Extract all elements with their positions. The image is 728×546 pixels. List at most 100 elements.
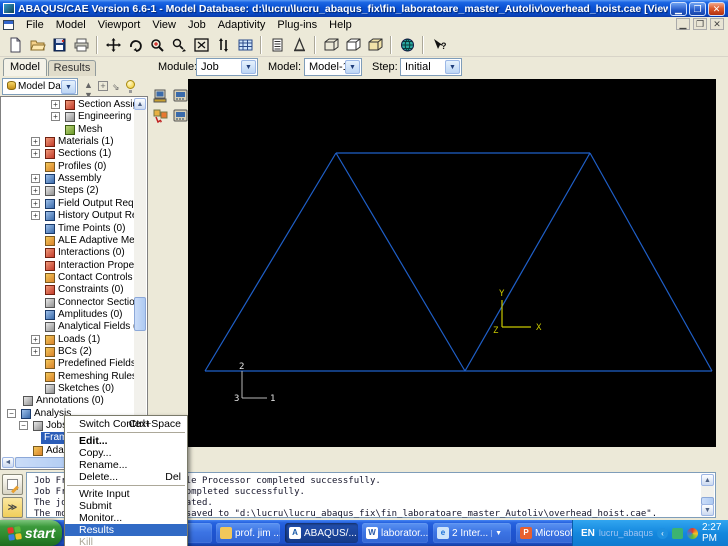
- context-menu-write-input[interactable]: Write Input: [65, 488, 187, 500]
- context-menu-submit[interactable]: Submit: [65, 500, 187, 512]
- rotate-icon[interactable]: [124, 35, 146, 55]
- model-combo[interactable]: Model-1 ▼: [304, 58, 362, 76]
- tree-expander[interactable]: +: [31, 137, 40, 147]
- tree-expander[interactable]: +: [31, 149, 40, 159]
- probe-icon[interactable]: [288, 35, 310, 55]
- analytical-fields-0-icon: [45, 322, 55, 333]
- tree-expander[interactable]: +: [31, 347, 40, 356]
- context-menu-copy[interactable]: Copy...: [65, 447, 187, 459]
- menu-file[interactable]: File: [20, 18, 50, 32]
- model-tree: + Section Assignments + Engineering Feature…: [1, 97, 134, 457]
- job-create-button[interactable]: [151, 87, 170, 104]
- module-combo[interactable]: Job ▼: [196, 58, 258, 76]
- contact-controls-0-icon: [45, 272, 55, 283]
- mdi-close-button[interactable]: ✕: [710, 18, 724, 30]
- menu-plug-ins[interactable]: Plug-ins: [271, 18, 323, 32]
- context-menu-edit[interactable]: Edit...: [65, 435, 187, 447]
- wireframe-render-icon[interactable]: [320, 35, 342, 55]
- step-combo[interactable]: Initial ▼: [400, 58, 462, 76]
- tab-model[interactable]: Model: [3, 58, 47, 76]
- tab-results[interactable]: Results: [48, 60, 96, 76]
- predefined-fields-0-icon: [45, 359, 55, 370]
- close-button[interactable]: ✕: [708, 1, 725, 16]
- svg-text:3: 3: [234, 394, 239, 404]
- adaptivity-create-button[interactable]: [151, 107, 170, 124]
- menu-adaptivity[interactable]: Adaptivity: [212, 18, 272, 32]
- print-icon[interactable]: [70, 35, 92, 55]
- menu-model[interactable]: Model: [50, 18, 92, 32]
- new-icon[interactable]: [4, 35, 26, 55]
- menu-help[interactable]: Help: [323, 18, 358, 32]
- viewport-canvas[interactable]: Y X Z 2 1 3: [188, 79, 716, 447]
- tree-scope-combo[interactable]: Model Datab ▼: [2, 78, 78, 95]
- zoom-select-icon[interactable]: [168, 35, 190, 55]
- chevron-down-icon[interactable]: ▼: [345, 60, 360, 74]
- mdi-minimize-button[interactable]: ▁: [676, 18, 690, 30]
- menu-bar: File Model Viewport View Job Adaptivity Plug-i…: [0, 17, 728, 33]
- tray-media-icon[interactable]: [686, 527, 698, 539]
- taskbar-button-laborator[interactable]: Wlaborator...: [362, 523, 428, 543]
- link-arrow-icon[interactable]: ⇘: [112, 82, 120, 93]
- lightbulb-icon[interactable]: [126, 80, 135, 93]
- tree-expander[interactable]: +: [51, 112, 60, 122]
- chevron-down-icon[interactable]: ▼: [445, 60, 460, 74]
- menu-job[interactable]: Job: [182, 18, 212, 32]
- taskbar-button-prof-jim[interactable]: prof. jim ...: [216, 523, 280, 543]
- taskbar-button-abaqus[interactable]: A ABAQUS/...: [285, 523, 358, 543]
- tree-expander[interactable]: −: [19, 421, 28, 431]
- tree-expander[interactable]: +: [31, 174, 40, 184]
- expand-all-icon[interactable]: +: [98, 81, 108, 91]
- job-context-menu: Switch Context Ctrl+Space Edit... Copy... Re…: [64, 415, 188, 546]
- context-menu-rename[interactable]: Rename...: [65, 459, 187, 471]
- tree-item-label: Sketches (0): [58, 383, 115, 395]
- tree-vscroll-thumb[interactable]: [134, 297, 146, 331]
- scroll-up-button[interactable]: ▲: [701, 474, 714, 486]
- connector-sections-0-icon: [45, 297, 55, 308]
- start-button[interactable]: start: [0, 520, 62, 546]
- tree-expander[interactable]: +: [31, 211, 40, 221]
- tree-item-label: Steps (2): [58, 185, 99, 197]
- pan-icon[interactable]: [102, 35, 124, 55]
- tree-item-label: Remeshing Rules (0): [58, 370, 134, 382]
- context-menu-results[interactable]: Results: [65, 524, 187, 536]
- menu-view[interactable]: View: [146, 18, 182, 32]
- language-indicator[interactable]: EN: [581, 528, 595, 539]
- minimize-button[interactable]: ▁: [670, 1, 687, 16]
- scroll-left-button[interactable]: ◄: [2, 457, 14, 468]
- tree-expander[interactable]: +: [31, 186, 40, 196]
- magnify-icon[interactable]: [146, 35, 168, 55]
- tray-language-icon[interactable]: ‹: [656, 527, 668, 539]
- chevron-down-icon[interactable]: ▼: [61, 80, 76, 94]
- message-area-button[interactable]: [2, 474, 23, 495]
- chevron-down-icon[interactable]: ▼: [241, 60, 256, 74]
- tree-expander[interactable]: −: [7, 408, 16, 418]
- command-line-button[interactable]: ≫: [2, 497, 23, 518]
- tray-status-icon[interactable]: [671, 527, 683, 539]
- context-help-icon[interactable]: ?: [428, 35, 450, 55]
- taskbar-button-2-inter[interactable]: e2 Inter... ▼: [433, 523, 511, 543]
- tree-expander[interactable]: +: [51, 100, 60, 109]
- tree-expander[interactable]: +: [31, 198, 40, 208]
- chevron-down-icon[interactable]: ▼: [491, 529, 502, 537]
- context-menu-delete[interactable]: Delete... Del: [65, 471, 187, 483]
- query-icon[interactable]: [266, 35, 288, 55]
- menu-viewport[interactable]: Viewport: [92, 18, 147, 32]
- tree-vscroll-track[interactable]: [134, 110, 146, 444]
- save-icon[interactable]: [48, 35, 70, 55]
- context-menu-monitor[interactable]: Monitor...: [65, 512, 187, 524]
- fit-icon[interactable]: [190, 35, 212, 55]
- mdi-restore-button[interactable]: ❐: [693, 18, 707, 30]
- scroll-up-button[interactable]: ▲: [134, 98, 146, 110]
- hiddenline-render-icon[interactable]: [342, 35, 364, 55]
- tree-expander[interactable]: +: [31, 334, 40, 344]
- open-icon[interactable]: [26, 35, 48, 55]
- cycle-views-icon[interactable]: [212, 35, 234, 55]
- views-grid-icon[interactable]: [234, 35, 256, 55]
- materials-1-icon: [45, 137, 55, 148]
- render-style-icon[interactable]: [396, 35, 418, 55]
- mdi-child-icon: [3, 20, 14, 30]
- restore-button[interactable]: ❐: [689, 1, 706, 16]
- context-menu-switch-context[interactable]: Switch Context Ctrl+Space: [65, 418, 187, 430]
- shaded-render-icon[interactable]: [364, 35, 386, 55]
- scroll-down-button[interactable]: ▼: [701, 504, 714, 516]
